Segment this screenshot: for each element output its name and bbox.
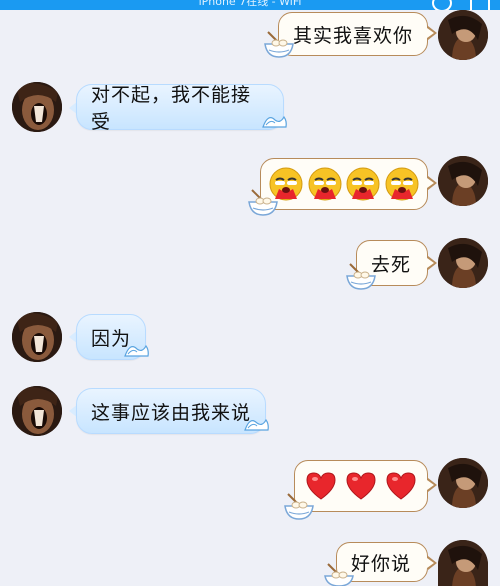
bowl-icon <box>284 493 314 520</box>
wave-decoration-icon <box>244 418 269 431</box>
contact-avatar[interactable] <box>12 312 62 362</box>
my-avatar[interactable] <box>438 156 488 206</box>
contact-avatar[interactable] <box>12 386 62 436</box>
message-text: 其实我喜欢你 <box>293 24 414 47</box>
red-heart-emoji-icon <box>386 472 416 500</box>
status-bar: iPhone 7在线 - WiFi <box>0 0 500 10</box>
message-text: 这事应该由我来说 <box>91 401 252 424</box>
my-avatar[interactable] <box>438 238 488 288</box>
status-bar-text: iPhone 7在线 - WiFi <box>198 0 302 8</box>
crying-face-emoji-icon <box>385 167 419 201</box>
bubble-tail <box>427 26 437 40</box>
bowl-icon <box>248 189 278 216</box>
search-icon[interactable] <box>432 0 452 10</box>
crying-face-emoji-icon <box>308 167 342 201</box>
my-avatar[interactable] <box>438 458 488 508</box>
my-avatar[interactable] <box>438 10 488 60</box>
outgoing-message-bubble[interactable] <box>260 158 428 210</box>
bubble-tail <box>427 176 437 190</box>
outgoing-message-bubble[interactable]: 其实我喜欢你 <box>278 12 428 56</box>
wave-decoration-icon <box>124 344 149 357</box>
incoming-message-bubble[interactable]: 对不起，我不能接受 <box>76 84 284 133</box>
red-heart-emoji-icon <box>346 472 376 500</box>
contact-avatar[interactable] <box>12 82 62 132</box>
message-text: 对不起，我不能接受 <box>91 84 252 133</box>
menu-icon[interactable] <box>470 0 490 10</box>
my-avatar[interactable] <box>438 540 488 586</box>
bubble-tail <box>427 556 437 570</box>
bowl-icon <box>264 31 294 58</box>
wave-decoration-icon <box>262 115 287 128</box>
message-text: 好你说 <box>351 552 412 575</box>
bowl-icon <box>324 563 354 586</box>
bubble-tail <box>427 256 437 270</box>
bowl-icon <box>346 263 376 290</box>
bubble-tail <box>427 478 437 492</box>
incoming-message-bubble[interactable]: 这事应该由我来说 <box>76 388 266 434</box>
crying-face-emoji-icon <box>346 167 380 201</box>
